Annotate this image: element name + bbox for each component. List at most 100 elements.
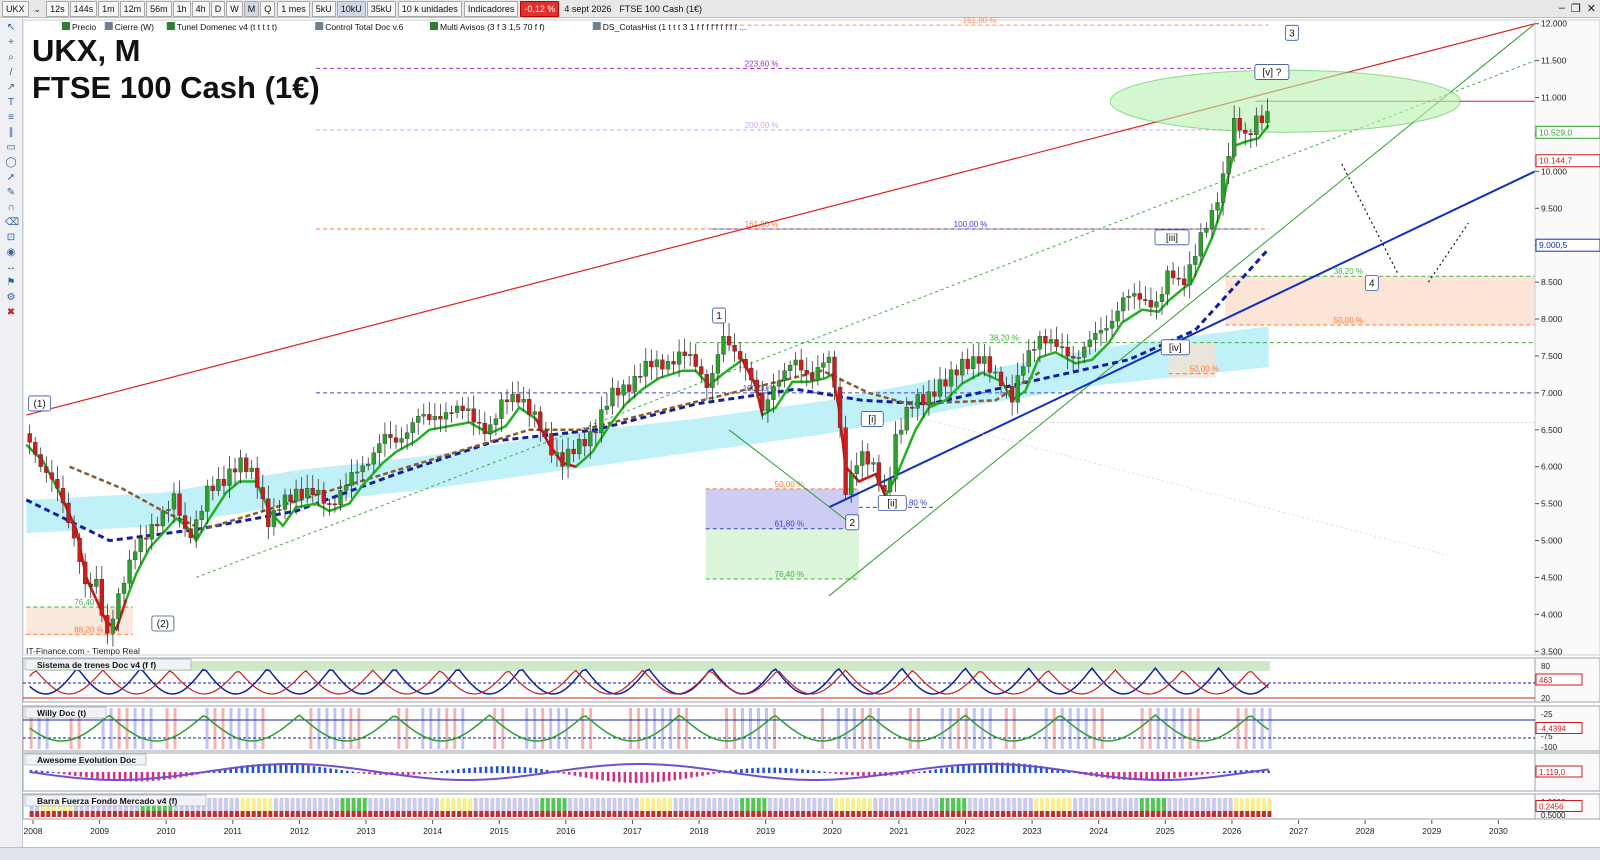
candle-body [488, 424, 493, 435]
strength-base [1211, 811, 1216, 817]
strength-base [545, 811, 550, 817]
strength-base [684, 811, 689, 817]
candle-body [882, 485, 887, 493]
candle-body [577, 439, 582, 455]
wave-label: 2 [849, 518, 855, 529]
awesome-bar [828, 772, 832, 774]
strength-base [1261, 811, 1266, 817]
awesome-bar [851, 772, 854, 776]
wave-label: (2) [157, 619, 169, 630]
candle-body [588, 431, 593, 447]
strength-base [690, 811, 695, 817]
awesome-bar [756, 767, 760, 773]
candle-body [205, 485, 210, 512]
awesome-bar [1195, 772, 1198, 776]
strength-base [401, 811, 406, 817]
candle-body [837, 386, 843, 428]
candle-body [1059, 346, 1065, 348]
candle-body [216, 479, 221, 491]
candle-body [749, 367, 754, 381]
candle-body [1243, 129, 1248, 134]
candle-body [438, 416, 443, 420]
candle-body [449, 412, 454, 414]
willy-bar [493, 708, 497, 749]
awesome-bar [823, 771, 826, 773]
strength-base [445, 811, 450, 817]
candle-body [1037, 335, 1043, 350]
x-axis-tick-label: 2019 [756, 826, 775, 836]
awesome-bar [540, 769, 543, 773]
willy-bar [117, 708, 121, 749]
strength-base [1117, 811, 1122, 817]
candle-body [77, 537, 82, 563]
willy-bar [317, 708, 321, 749]
candle-body [832, 356, 837, 388]
candle-body [393, 437, 399, 443]
willy-bar [988, 708, 992, 749]
candle-body [1109, 320, 1115, 329]
fib-level-label: 161,80 % [963, 16, 997, 25]
willy-bar [149, 708, 153, 749]
awesome-bar [956, 765, 960, 773]
strength-base [1073, 811, 1078, 817]
willy-bar [309, 708, 313, 749]
candle-body [1032, 349, 1037, 351]
overlay-label: Control Total Doc v.6 [325, 22, 403, 32]
strength-base [479, 811, 484, 817]
awesome-bar [1189, 772, 1193, 777]
fib-level-label: 38,20 % [989, 334, 1018, 343]
candle-body [538, 411, 543, 431]
candle-body [44, 466, 49, 473]
strength-base [201, 811, 206, 817]
candle-body [504, 399, 510, 403]
willy-bar [405, 708, 409, 749]
willy-bar [653, 708, 657, 749]
candle-body [188, 528, 193, 538]
candle-body [821, 362, 826, 368]
willy-bar [453, 708, 457, 749]
strength-base [290, 811, 295, 817]
strength-base [845, 811, 850, 817]
candle-body [1143, 299, 1148, 301]
strength-base [1023, 811, 1028, 817]
awesome-bar [1173, 772, 1176, 779]
strength-base [662, 811, 667, 817]
candle-body [1265, 111, 1270, 123]
strength-base [212, 811, 217, 817]
willy-bar [725, 708, 729, 749]
x-axis-tick-label: 2016 [556, 826, 575, 836]
strength-base [434, 811, 439, 817]
indicator-title: Barra Fuerza Fondo Mercado v4 (f) [37, 796, 177, 806]
strength-base [279, 811, 284, 817]
candle-body [432, 416, 438, 420]
awesome-bar [906, 772, 910, 775]
willy-bar [1188, 708, 1192, 749]
willy-bar [1236, 708, 1240, 749]
strength-base [296, 811, 301, 817]
candle-body [166, 509, 171, 511]
x-axis-tick-label: 2028 [1356, 826, 1375, 836]
strength-base [412, 811, 417, 817]
willy-bar [229, 708, 233, 749]
awesome-bar [701, 772, 704, 776]
candle-body [499, 399, 504, 419]
chart-canvas[interactable]: Precio Cierre (W) Tunel Domenec v4 (t t t … [0, 0, 1600, 859]
strength-base [939, 811, 944, 817]
willy-bar [1044, 708, 1048, 749]
candle-body [293, 488, 299, 502]
candle-body [960, 358, 965, 376]
strength-base [484, 811, 489, 817]
x-axis-tick-label: 2017 [623, 826, 642, 836]
awesome-bar [312, 766, 316, 773]
willy-bar [437, 708, 441, 749]
candle-body [210, 485, 215, 491]
awesome-bar [662, 772, 665, 782]
candle-body [1209, 210, 1215, 229]
strength-base [223, 811, 228, 817]
indicator-panel [22, 705, 1536, 752]
indicator-tick-label: -25 [1541, 710, 1553, 719]
strength-base [745, 811, 750, 817]
candle-body [238, 457, 243, 473]
strength-base [168, 811, 173, 817]
strength-base [229, 811, 234, 817]
